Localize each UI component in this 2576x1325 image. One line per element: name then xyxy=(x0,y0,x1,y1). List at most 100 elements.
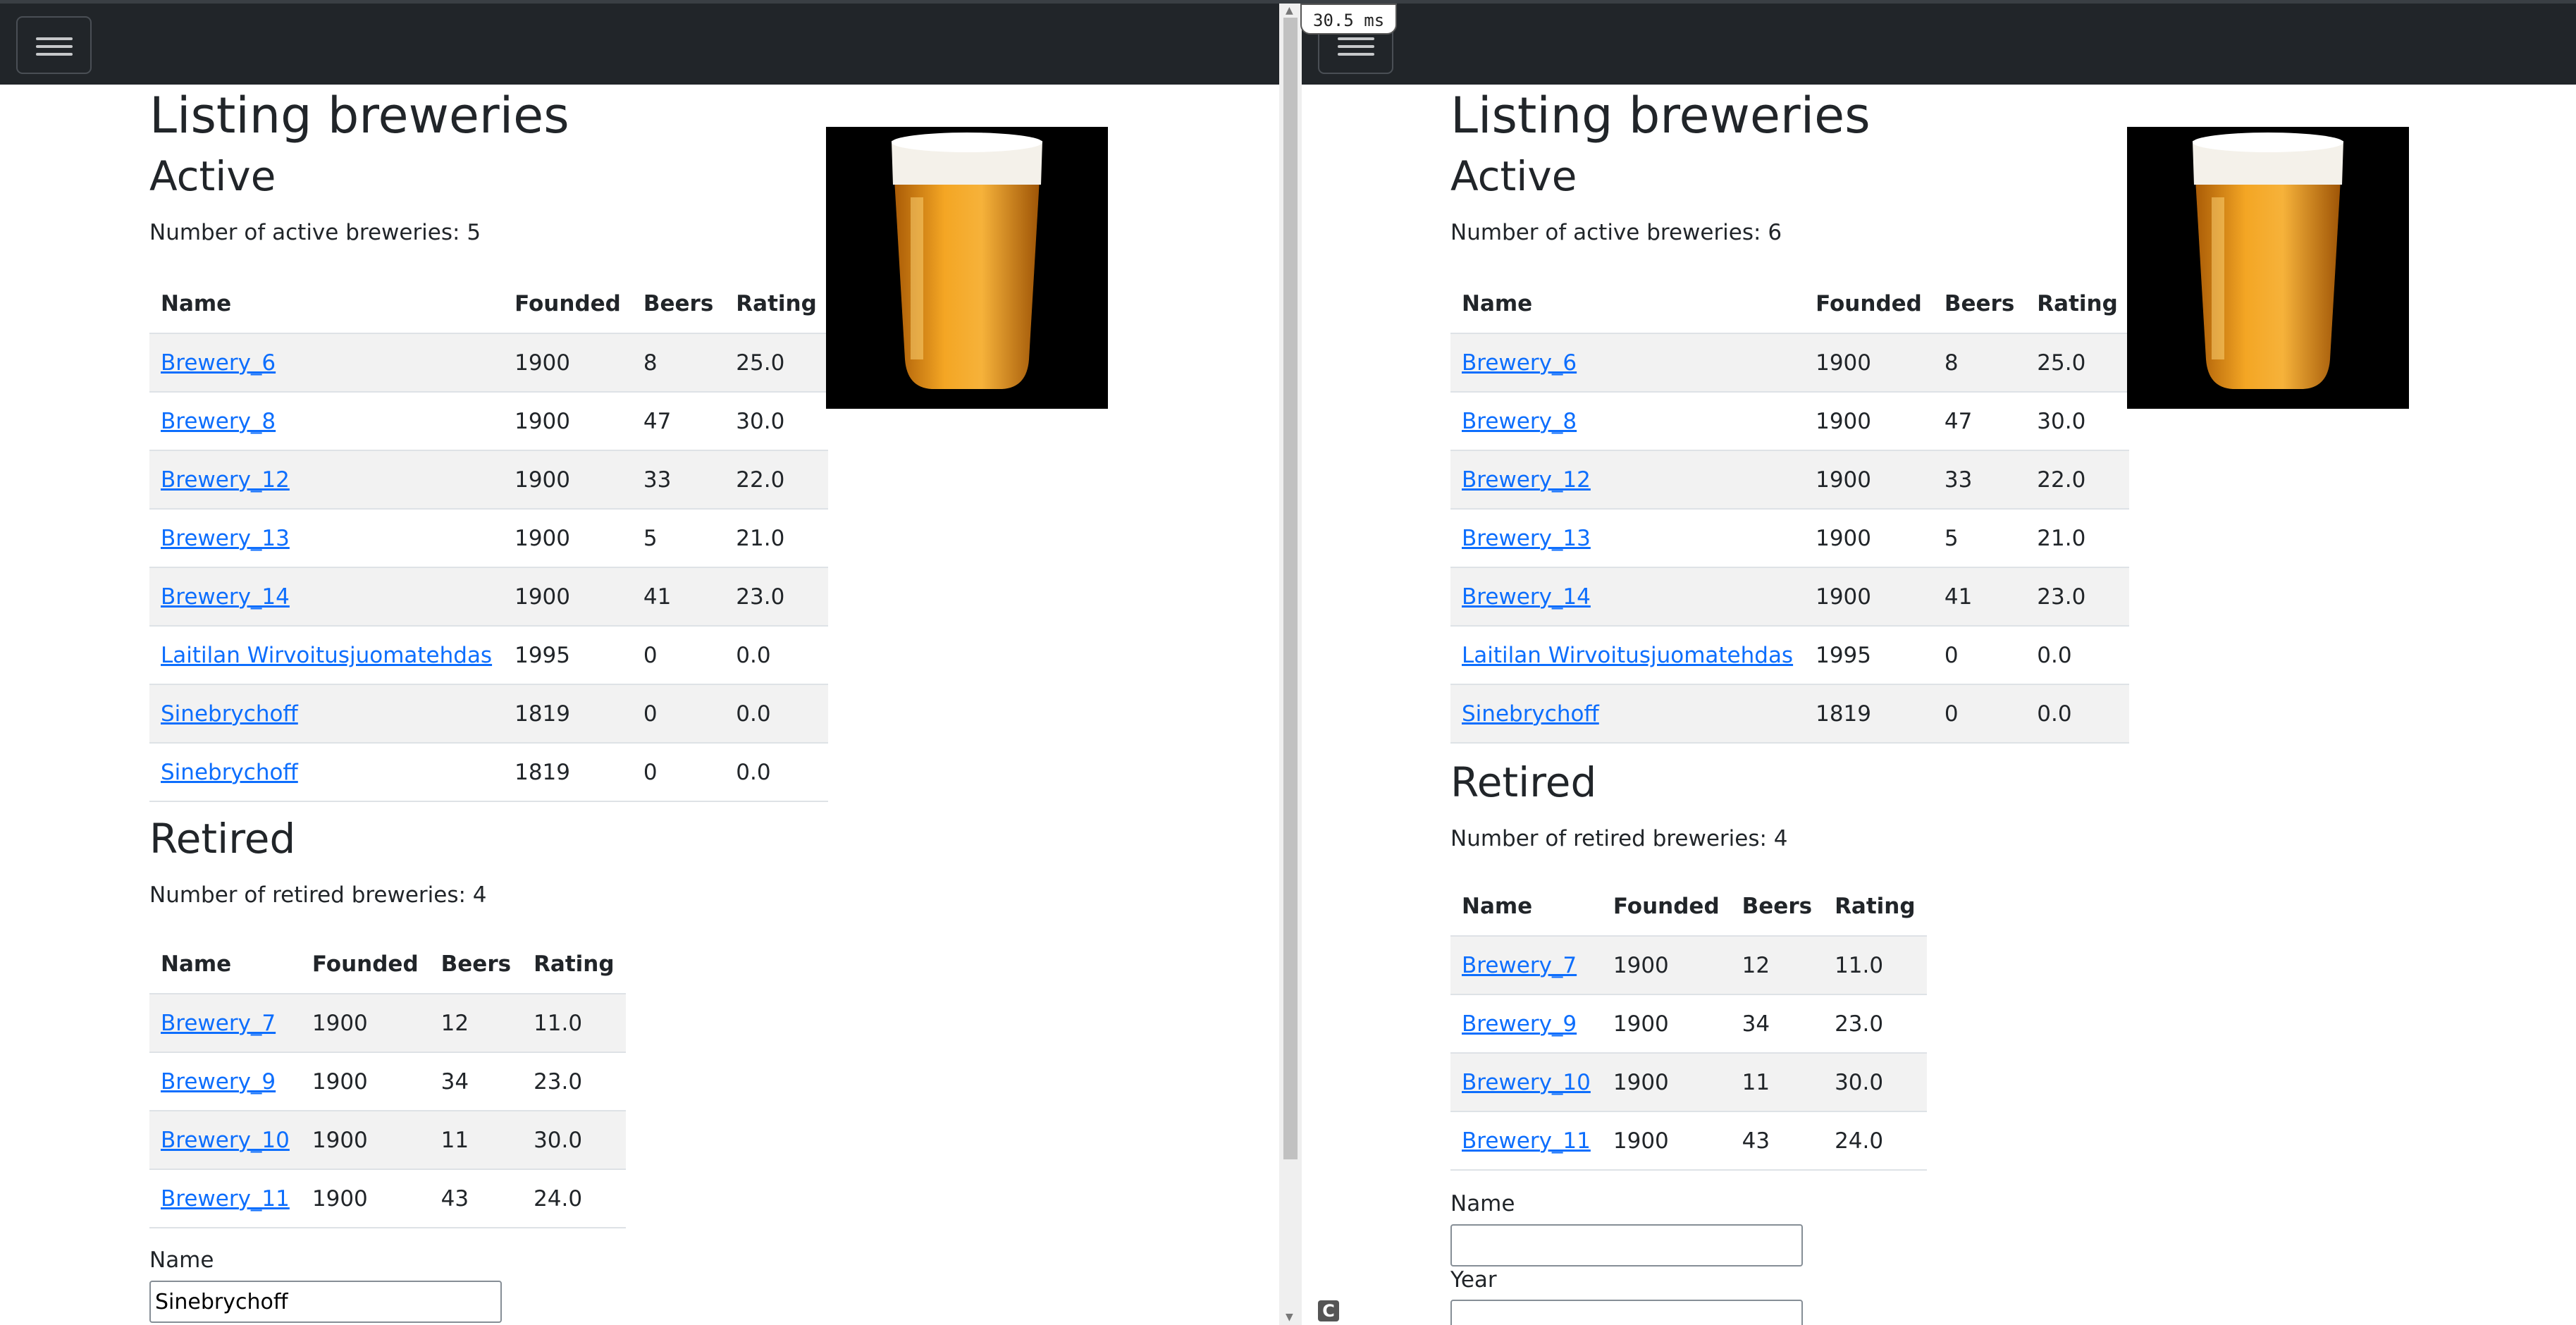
retired-heading: Retired xyxy=(1450,758,1597,806)
table-row: Brewery_14 1900 41 23.0 xyxy=(149,567,828,627)
brewery-link[interactable]: Brewery_6 xyxy=(161,350,276,376)
column-header-name: Name xyxy=(149,935,301,994)
cell-rating: 0.0 xyxy=(725,626,828,685)
brewery-link[interactable]: Brewery_14 xyxy=(161,584,290,610)
cell-beers: 5 xyxy=(631,509,725,568)
brewery-link[interactable]: Laitilan Wirvoitusjuomatehdas xyxy=(161,643,492,668)
cell-founded: 1900 xyxy=(1804,567,1933,627)
retired-breweries-table: Name Founded Beers Rating Brewery_7 1900 12 11… xyxy=(149,935,626,1228)
brewery-link[interactable]: Brewery_11 xyxy=(1462,1128,1591,1154)
cell-founded: 1819 xyxy=(1804,684,1933,744)
table-row: Brewery_7 1900 12 11.0 xyxy=(149,994,626,1053)
cell-rating: 21.0 xyxy=(2026,509,2129,568)
cell-name: Brewery_14 xyxy=(1450,567,1805,627)
pane-divider-scrollbar[interactable]: ▲ ▼ xyxy=(1279,0,1302,1325)
cell-name: Brewery_7 xyxy=(149,994,301,1053)
active-heading: Active xyxy=(149,152,276,200)
column-header-founded: Founded xyxy=(503,275,632,334)
name-input[interactable] xyxy=(149,1281,502,1323)
cell-founded: 1900 xyxy=(1601,1053,1731,1112)
column-header-beers: Beers xyxy=(1933,275,2026,334)
cell-rating: 22.0 xyxy=(2026,450,2129,510)
cell-name: Brewery_10 xyxy=(149,1111,301,1170)
brewery-link[interactable]: Sinebrychoff xyxy=(161,701,298,727)
active-breweries-table: Name Founded Beers Rating Brewery_6 1900 8 25.… xyxy=(149,275,828,802)
table-row: Laitilan Wirvoitusjuomatehdas 1995 0 0.0 xyxy=(1450,626,2129,685)
brewery-link[interactable]: Brewery_10 xyxy=(161,1128,290,1153)
scroll-up-arrow-icon[interactable]: ▲ xyxy=(1286,6,1293,16)
column-header-beers: Beers xyxy=(1730,877,1824,937)
table-row: Brewery_10 1900 11 30.0 xyxy=(149,1111,626,1170)
cell-name: Brewery_6 xyxy=(149,333,504,393)
retired-heading: Retired xyxy=(149,815,296,863)
cell-rating: 30.0 xyxy=(725,392,828,451)
cell-beers: 0 xyxy=(631,626,725,685)
brewery-link[interactable]: Brewery_9 xyxy=(1462,1011,1577,1037)
cell-beers: 0 xyxy=(1933,684,2026,744)
beer-glass-image xyxy=(2127,127,2409,409)
cell-name: Brewery_14 xyxy=(149,567,504,627)
cell-beers: 34 xyxy=(1730,994,1824,1054)
cell-name: Brewery_9 xyxy=(1450,994,1602,1054)
cell-rating: 23.0 xyxy=(725,567,828,627)
cell-rating: 22.0 xyxy=(725,450,828,510)
navbar-toggler-button[interactable] xyxy=(16,16,92,74)
cell-beers: 33 xyxy=(631,450,725,510)
brewery-link[interactable]: Brewery_12 xyxy=(1462,467,1591,493)
brewery-link[interactable]: Sinebrychoff xyxy=(1462,701,1599,727)
cell-name: Sinebrychoff xyxy=(149,743,504,802)
cell-rating: 23.0 xyxy=(522,1052,626,1111)
brewery-link[interactable]: Brewery_13 xyxy=(1462,526,1591,551)
hamburger-icon xyxy=(36,37,73,40)
cell-beers: 5 xyxy=(1933,509,2026,568)
cell-name: Sinebrychoff xyxy=(1450,684,1805,744)
brewery-link[interactable]: Laitilan Wirvoitusjuomatehdas xyxy=(1462,643,1793,668)
scrollbar-thumb[interactable] xyxy=(1283,18,1298,1159)
brewery-link[interactable]: Brewery_12 xyxy=(161,467,290,493)
cell-beers: 0 xyxy=(631,743,725,802)
cell-name: Sinebrychoff xyxy=(149,684,504,744)
brewery-link[interactable]: Brewery_8 xyxy=(161,409,276,434)
year-input[interactable] xyxy=(1450,1300,1803,1325)
brewery-link[interactable]: Brewery_11 xyxy=(161,1186,290,1212)
column-header-rating: Rating xyxy=(725,275,828,334)
brewery-link[interactable]: Brewery_9 xyxy=(161,1069,276,1095)
cell-founded: 1900 xyxy=(1804,450,1933,510)
cell-founded: 1900 xyxy=(503,392,632,451)
cell-rating: 24.0 xyxy=(1823,1111,1927,1171)
column-header-founded: Founded xyxy=(1601,877,1731,937)
scroll-down-arrow-icon[interactable]: ▼ xyxy=(1286,1312,1293,1322)
table-row: Brewery_8 1900 47 30.0 xyxy=(1450,392,2129,451)
cell-founded: 1900 xyxy=(1601,994,1731,1054)
column-header-beers: Beers xyxy=(631,275,725,334)
table-row: Brewery_12 1900 33 22.0 xyxy=(149,450,828,510)
table-row: Brewery_9 1900 34 23.0 xyxy=(1450,994,1927,1054)
active-breweries-table: Name Founded Beers Rating Brewery_6 1900 8 25.… xyxy=(1450,275,2129,744)
column-header-beers: Beers xyxy=(429,935,523,994)
brewery-link[interactable]: Brewery_7 xyxy=(161,1011,276,1036)
brewery-link[interactable]: Sinebrychoff xyxy=(161,760,298,785)
name-input[interactable] xyxy=(1450,1224,1803,1267)
name-label: Name xyxy=(149,1247,214,1273)
brewery-link[interactable]: Brewery_6 xyxy=(1462,350,1577,376)
cell-rating: 11.0 xyxy=(522,994,626,1053)
active-count: Number of active breweries: 6 xyxy=(1450,220,1782,245)
cell-founded: 1900 xyxy=(300,1111,430,1170)
brewery-link[interactable]: Brewery_8 xyxy=(1462,409,1577,434)
brewery-link[interactable]: Brewery_13 xyxy=(161,526,290,551)
cell-beers: 12 xyxy=(429,994,523,1053)
cell-beers: 43 xyxy=(429,1169,523,1228)
brewery-link[interactable]: Brewery_7 xyxy=(1462,953,1577,978)
table-row: Sinebrychoff 1819 0 0.0 xyxy=(149,684,828,744)
c-icon[interactable]: C xyxy=(1318,1300,1339,1321)
brewery-link[interactable]: Brewery_10 xyxy=(1462,1070,1591,1095)
table-row: Brewery_7 1900 12 11.0 xyxy=(1450,936,1927,995)
cell-beers: 34 xyxy=(429,1052,523,1111)
table-row: Brewery_6 1900 8 25.0 xyxy=(1450,333,2129,393)
cell-name: Brewery_13 xyxy=(149,509,504,568)
cell-founded: 1900 xyxy=(503,567,632,627)
table-row: Brewery_14 1900 41 23.0 xyxy=(1450,567,2129,627)
cell-founded: 1900 xyxy=(1804,333,1933,393)
brewery-link[interactable]: Brewery_14 xyxy=(1462,584,1591,610)
cell-founded: 1900 xyxy=(503,333,632,393)
